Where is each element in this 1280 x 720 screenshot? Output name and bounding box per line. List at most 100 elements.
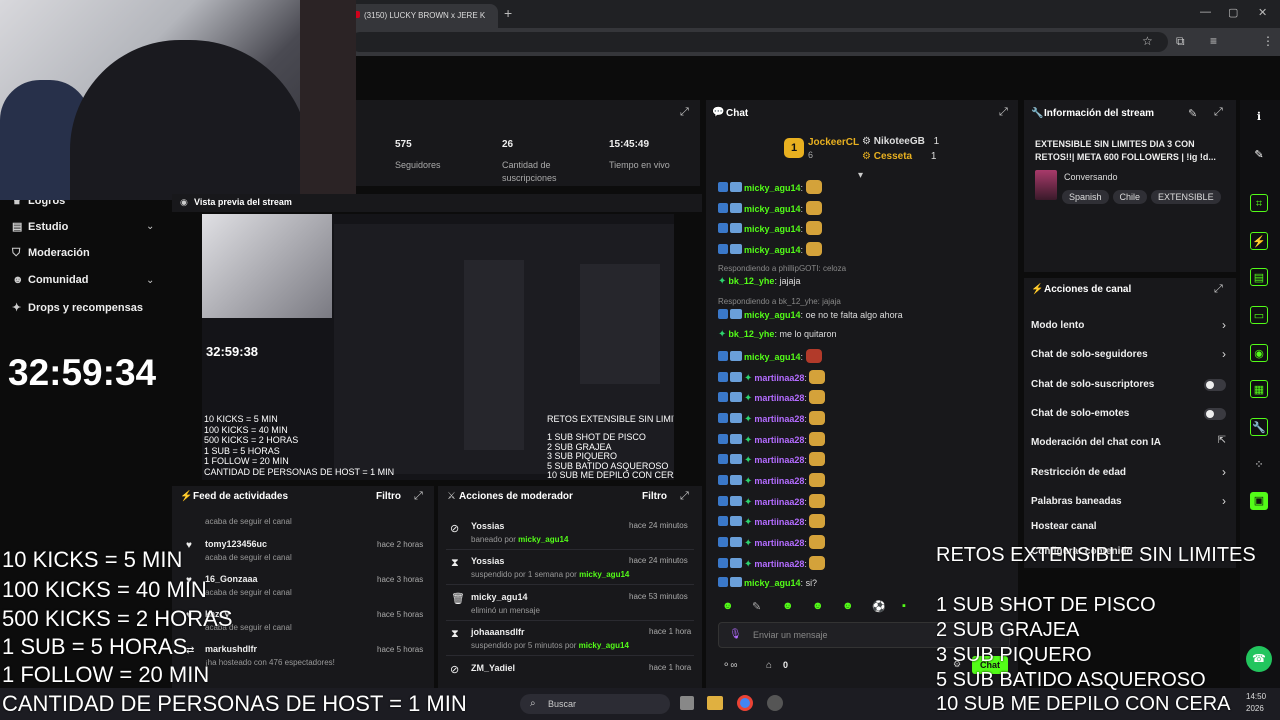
bookmark-star-icon[interactable]: ☆ xyxy=(1142,34,1153,48)
chat-username[interactable]: martiinaa28 xyxy=(754,559,804,569)
broadcast-icon[interactable]: ◉ xyxy=(1250,344,1268,362)
mod-item-name[interactable]: ZM_Yadiel xyxy=(471,663,515,673)
emote-icon[interactable]: ✎ xyxy=(752,600,761,613)
mod-item-name[interactable]: Yossias xyxy=(471,521,504,531)
mod-filter-button[interactable]: Filtro xyxy=(642,491,667,502)
file-explorer-icon[interactable] xyxy=(707,696,723,710)
info-icon[interactable]: ℹ xyxy=(1250,108,1268,126)
chat-username[interactable]: martiinaa28 xyxy=(754,517,804,527)
browser-menu-icon[interactable]: ⋮ xyxy=(1262,34,1274,48)
mod-item-name[interactable]: micky_agu14 xyxy=(471,592,528,602)
emote-icon[interactable]: ☻ xyxy=(722,600,734,612)
nav-item-drops[interactable]: ✦ Drops y recompensas xyxy=(12,301,143,314)
expand-icon[interactable]: ⤢ xyxy=(680,490,689,503)
chat-username[interactable]: micky_agu14 xyxy=(744,310,801,320)
chat-username[interactable]: micky_agu14 xyxy=(744,352,801,362)
top-gifter-name[interactable]: JockeerCL xyxy=(808,137,859,148)
pin-icon[interactable]: ▾ xyxy=(858,170,863,181)
help-headset-icon[interactable]: ☎ xyxy=(1246,646,1272,672)
new-tab-button[interactable]: + xyxy=(504,5,512,21)
expand-icon[interactable]: ⤢ xyxy=(999,106,1008,119)
tag[interactable]: EXTENSIBLE xyxy=(1151,190,1221,204)
chat-username[interactable]: martiinaa28 xyxy=(754,455,804,465)
feed-item-name[interactable]: 16_Gonzaaa xyxy=(205,574,258,584)
chevron-down-icon[interactable]: ⌄ xyxy=(146,221,154,232)
chat-username[interactable]: bk_12_yhe xyxy=(728,276,774,286)
feed-filter-button[interactable]: Filtro xyxy=(376,491,401,502)
document-icon[interactable]: ▤ xyxy=(1250,268,1268,286)
chevron-right-icon[interactable]: › xyxy=(1222,347,1226,361)
action-emotes-only[interactable]: Chat de solo-emotes xyxy=(1031,408,1129,419)
gifter-name[interactable]: NikoteeGB xyxy=(874,136,925,147)
edit-pencil-icon[interactable]: ✎ xyxy=(1188,107,1197,120)
maximize-button[interactable]: ▢ xyxy=(1228,6,1238,19)
category-thumbnail[interactable] xyxy=(1035,170,1057,200)
mod-item-by[interactable]: micky_agu14 xyxy=(579,641,629,650)
chat-username[interactable]: micky_agu14 xyxy=(744,578,801,588)
app-icon[interactable]: ▣ xyxy=(1250,492,1268,510)
chat-username[interactable]: bk_12_yhe xyxy=(728,329,774,339)
store-icon[interactable]: ⌂ xyxy=(766,660,772,671)
chevron-right-icon[interactable]: › xyxy=(1222,494,1226,508)
tag[interactable]: Chile xyxy=(1112,190,1148,204)
mod-item-name[interactable]: johaaansdlfr xyxy=(471,627,525,637)
feed-item-name[interactable]: tomy123456uc xyxy=(205,539,267,549)
extensions-icon[interactable]: ⧉ xyxy=(1176,34,1185,49)
emote-icon[interactable]: ☻ xyxy=(842,600,854,612)
chrome-icon[interactable] xyxy=(737,695,753,711)
emote-icon[interactable]: ☻ xyxy=(782,600,794,612)
nav-item-moderacion[interactable]: ⛉ Moderación xyxy=(12,247,90,260)
emotes-only-toggle[interactable] xyxy=(1204,408,1226,420)
pencil-icon[interactable]: ✎ xyxy=(1250,146,1268,164)
chat-username[interactable]: martiinaa28 xyxy=(754,393,804,403)
expand-icon[interactable]: ⤢ xyxy=(1214,106,1223,119)
wrench-icon[interactable]: 🔧 xyxy=(1250,418,1268,436)
mod-item-by[interactable]: micky_agu14 xyxy=(579,570,629,579)
chevron-right-icon[interactable]: › xyxy=(1222,318,1226,332)
chevron-down-icon[interactable]: ⌄ xyxy=(146,275,154,286)
mod-item-by[interactable]: micky_agu14 xyxy=(518,535,568,544)
dots-icon[interactable]: ⁘ xyxy=(1250,456,1268,474)
gifter-name[interactable]: Cesseta xyxy=(874,151,912,162)
address-input[interactable] xyxy=(350,32,1168,52)
browser-tab[interactable]: (3150) LUCKY BROWN x JERE K xyxy=(346,4,498,28)
stream-preview[interactable]: 32:59:38 10 KICKS = 5 MIN 100 KICKS = 40… xyxy=(202,214,674,480)
bolt-icon[interactable]: ⚡ xyxy=(1250,232,1268,250)
chat-username[interactable]: micky_agu14 xyxy=(744,245,801,255)
chat-username[interactable]: martiinaa28 xyxy=(754,414,804,424)
media-icon[interactable]: ≡ xyxy=(1210,34,1217,48)
action-slow-mode[interactable]: Modo lento xyxy=(1031,320,1084,331)
action-subs-only[interactable]: Chat de solo-suscriptores xyxy=(1031,379,1154,390)
chat-username[interactable]: martiinaa28 xyxy=(754,497,804,507)
chevron-right-icon[interactable]: › xyxy=(1222,465,1226,479)
minimize-button[interactable]: — xyxy=(1200,6,1211,18)
app-taskbar-icon[interactable] xyxy=(767,695,783,711)
emote-icon[interactable]: ☻ xyxy=(812,600,824,612)
chat-username[interactable]: micky_agu14 xyxy=(744,183,801,193)
mod-item-name[interactable]: Yossias xyxy=(471,556,504,566)
tag[interactable]: Spanish xyxy=(1062,190,1109,204)
action-followers-only[interactable]: Chat de solo-seguidores xyxy=(1031,349,1148,360)
action-host-channel[interactable]: Hostear canal xyxy=(1031,521,1097,532)
taskbar-search[interactable]: ⌕ Buscar xyxy=(520,694,670,714)
mic-icon[interactable]: 🎙 xyxy=(729,629,742,640)
nav-item-estudio[interactable]: ▤ Estudio xyxy=(12,220,68,233)
action-banned-words[interactable]: Palabras baneadas xyxy=(1031,496,1122,507)
crop-icon[interactable]: ⌗ xyxy=(1250,194,1268,212)
task-view-icon[interactable] xyxy=(680,696,694,710)
nav-item-comunidad[interactable]: ☻ Comunidad xyxy=(12,274,89,286)
action-ai-moderation[interactable]: Moderación del chat con IA xyxy=(1031,437,1161,448)
chat-username[interactable]: micky_agu14 xyxy=(744,204,801,214)
action-age-restriction[interactable]: Restricción de edad xyxy=(1031,467,1126,478)
chat-username[interactable]: micky_agu14 xyxy=(744,224,801,234)
feed-item-name[interactable]: markushdlfr xyxy=(205,644,257,654)
subs-only-toggle[interactable] xyxy=(1204,379,1226,391)
close-window-button[interactable]: ✕ xyxy=(1258,6,1267,19)
chat-username[interactable]: martiinaa28 xyxy=(754,476,804,486)
emote-icon[interactable]: ▪ xyxy=(902,600,906,612)
expand-icon[interactable]: ⤢ xyxy=(414,490,423,503)
chat-username[interactable]: martiinaa28 xyxy=(754,373,804,383)
category-name[interactable]: Conversando xyxy=(1064,172,1118,182)
emote-icon[interactable]: ⚽ xyxy=(872,600,886,613)
layout-icon[interactable]: ▦ xyxy=(1250,380,1268,398)
